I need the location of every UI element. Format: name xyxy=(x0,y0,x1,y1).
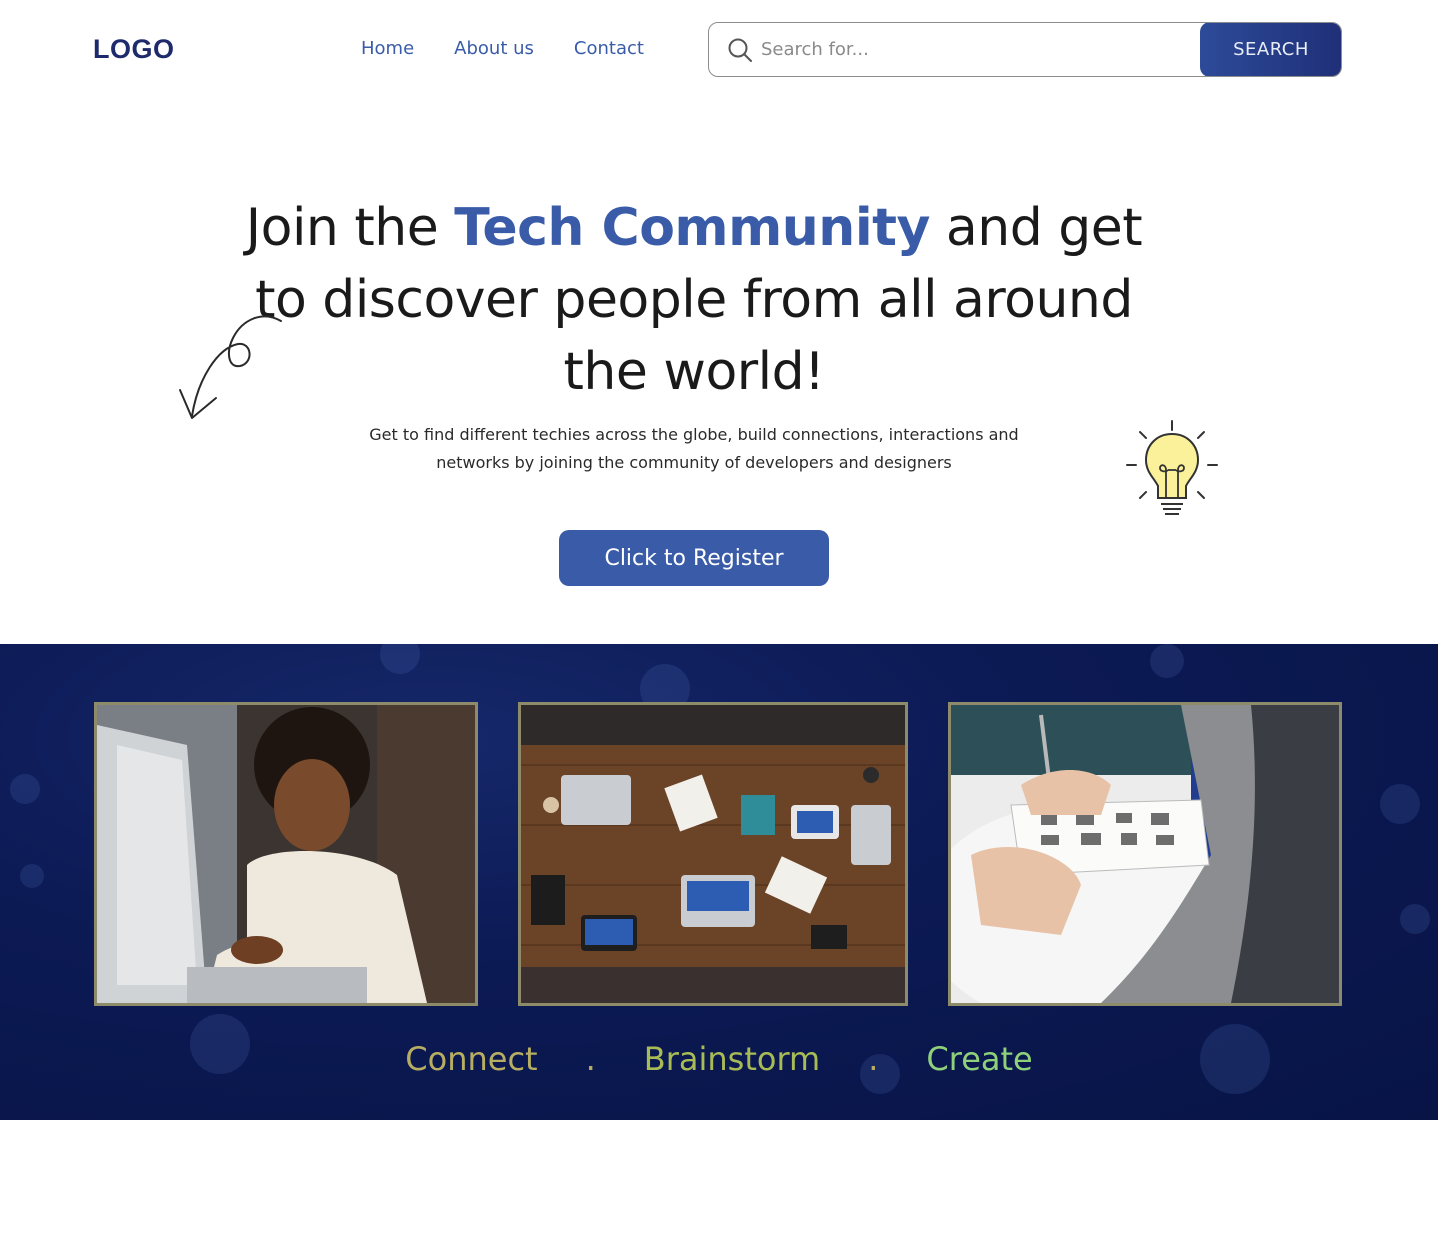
nav-about-us[interactable]: About us xyxy=(454,38,534,59)
bokeh-light xyxy=(20,864,44,888)
search-input[interactable] xyxy=(761,23,1200,76)
curly-arrow-icon xyxy=(179,315,282,419)
community-band: Connect. Brainstorm. Create xyxy=(0,644,1438,1120)
hero-title-pre: Join the xyxy=(245,198,455,258)
nav-home[interactable]: Home xyxy=(361,38,414,59)
team-table-photo xyxy=(518,702,908,1006)
bokeh-light xyxy=(1380,784,1420,824)
bokeh-light xyxy=(1400,904,1430,934)
search-icon xyxy=(728,38,752,62)
tagline-connect: Connect xyxy=(405,1040,538,1078)
tagline-brainstorm: Brainstorm xyxy=(643,1040,821,1078)
tagline-create: Create xyxy=(926,1040,1033,1078)
bokeh-light xyxy=(1150,644,1184,678)
nav-contact[interactable]: Contact xyxy=(574,38,644,59)
bokeh-light xyxy=(380,644,420,674)
search-button[interactable]: SEARCH xyxy=(1200,23,1341,76)
register-button[interactable]: Click to Register xyxy=(559,530,829,586)
sketching-logos-photo xyxy=(948,702,1342,1006)
tagline-separator: . xyxy=(585,1040,596,1078)
bokeh-light xyxy=(10,774,40,804)
search-bar: SEARCH xyxy=(708,22,1342,77)
lightbulb-icon xyxy=(1126,420,1218,515)
woman-laptop-photo xyxy=(94,702,478,1006)
logo[interactable]: LOGO xyxy=(93,34,175,65)
hero-title-highlight: Tech Community xyxy=(454,198,930,258)
hero-subtitle: Get to find different techies across the… xyxy=(369,425,1019,472)
tagline-separator: . xyxy=(868,1040,879,1078)
tagline: Connect. Brainstorm. Create xyxy=(0,1040,1438,1078)
hero-title: Join the Tech Community and get to disco… xyxy=(244,192,1144,408)
main-nav: Home About us Contact xyxy=(361,38,684,59)
